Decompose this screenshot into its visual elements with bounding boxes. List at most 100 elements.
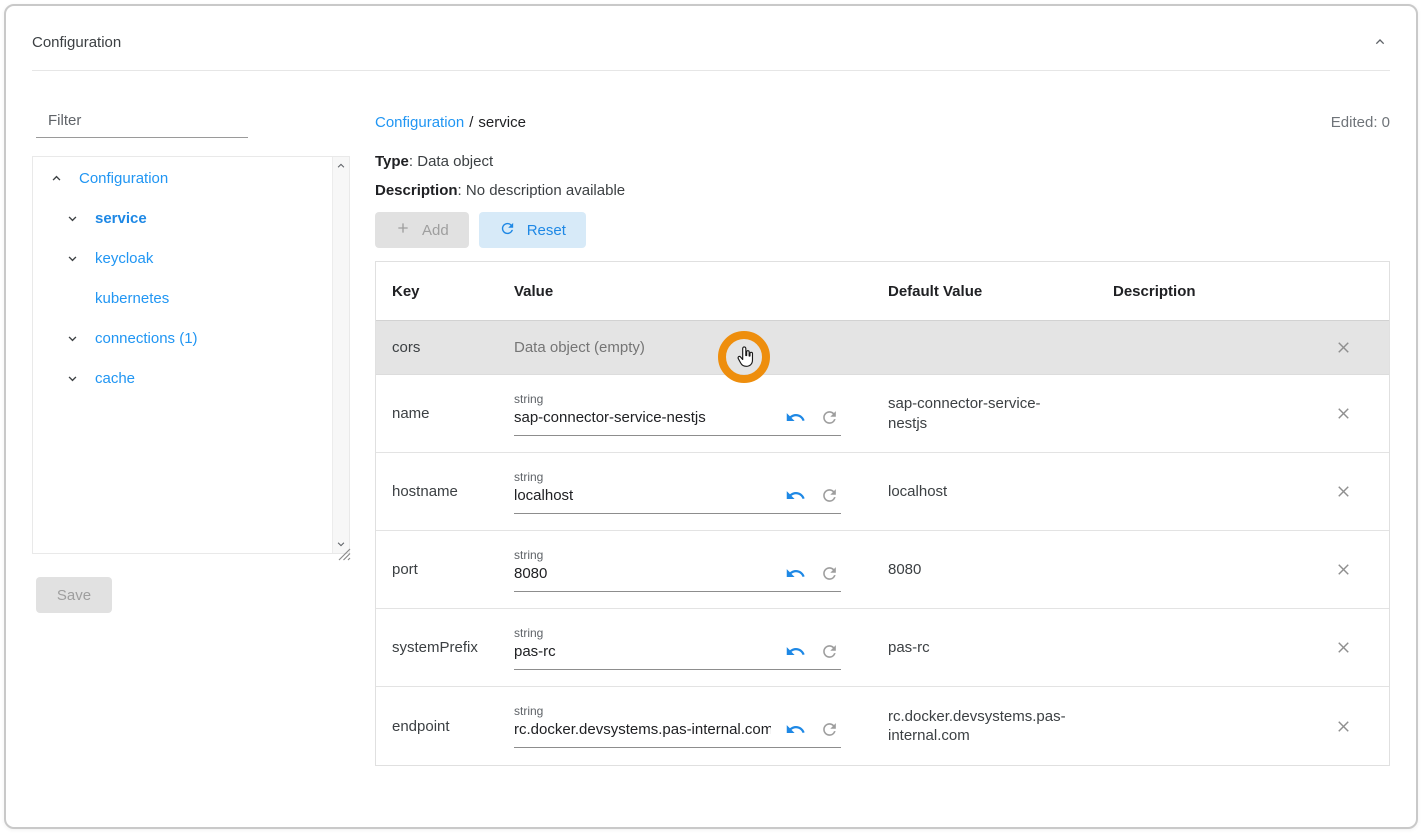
close-icon[interactable]: [1334, 404, 1353, 423]
table-row: port string 8080: [376, 531, 1389, 609]
row-default-value: localhost: [888, 482, 1113, 502]
undo-icon[interactable]: [785, 641, 806, 662]
tree-item-label: service: [95, 210, 147, 227]
chevron-up-icon: [1372, 38, 1388, 53]
close-icon[interactable]: [1334, 338, 1353, 357]
chevron-up-icon[interactable]: [49, 171, 64, 186]
column-header-key: Key: [392, 283, 514, 300]
scroll-up-icon[interactable]: [333, 157, 350, 175]
breadcrumb-root-link[interactable]: Configuration: [375, 114, 464, 131]
row-key-link[interactable]: cors: [392, 339, 514, 356]
value-input[interactable]: [514, 409, 771, 426]
close-icon[interactable]: [1334, 560, 1353, 579]
row-default-value: sap-connector-service-nestjs: [888, 394, 1113, 433]
close-icon[interactable]: [1334, 717, 1353, 736]
filter-field: [36, 102, 248, 138]
toolbar: Add Reset: [375, 212, 1390, 248]
tree-item-label: Configuration: [79, 170, 168, 187]
resize-handle-icon[interactable]: [336, 546, 351, 561]
save-button[interactable]: Save: [36, 577, 112, 613]
undo-icon[interactable]: [785, 563, 806, 584]
row-default-value: 8080: [888, 560, 1113, 580]
value-input[interactable]: [514, 487, 771, 504]
table-row: systemPrefix string pas-rc: [376, 609, 1389, 687]
column-header-default-value: Default Value: [888, 283, 1113, 300]
tree-item-configuration[interactable]: Configuration: [33, 158, 331, 198]
value-type-label: string: [514, 470, 841, 484]
tree-item-cache[interactable]: cache: [33, 358, 331, 398]
chevron-down-icon[interactable]: [65, 251, 80, 266]
value-input[interactable]: [514, 565, 771, 582]
tree-item-label: cache: [95, 370, 135, 387]
tree-scrollbar[interactable]: [332, 157, 349, 553]
chevron-down-icon[interactable]: [65, 211, 80, 226]
row-default-value: rc.docker.devsystems.pas-internal.com: [888, 707, 1113, 746]
table-row: hostname string localhost: [376, 453, 1389, 531]
row-key: systemPrefix: [392, 639, 514, 656]
row-key: name: [392, 405, 514, 422]
undo-icon[interactable]: [785, 407, 806, 428]
value-input[interactable]: [514, 643, 771, 660]
value-field: string: [514, 392, 841, 436]
table-row-cors[interactable]: cors Data object (empty): [376, 321, 1389, 375]
tree-item-label: connections (1): [95, 330, 198, 347]
type-line: Type: Data object: [375, 153, 1390, 170]
value-input[interactable]: [514, 721, 771, 738]
sidebar: Configuration service keycloak kubernetes co…: [32, 102, 350, 613]
table-body: name string sap-connector-service-nestjs: [376, 375, 1389, 765]
add-button[interactable]: Add: [375, 212, 469, 248]
collapse-panel-button[interactable]: [1370, 32, 1390, 52]
refresh-icon[interactable]: [820, 564, 839, 583]
plus-icon: [395, 220, 411, 240]
value-type-label: string: [514, 626, 841, 640]
value-field: string: [514, 548, 841, 592]
description-value: No description available: [466, 182, 625, 199]
configuration-panel: Configuration Configuration service keyclo…: [4, 4, 1418, 829]
refresh-icon[interactable]: [820, 408, 839, 427]
table-header-row: Key Value Default Value Description: [376, 262, 1389, 321]
value-field: string: [514, 704, 841, 748]
tree-item-keycloak[interactable]: keycloak: [33, 238, 331, 278]
column-header-value: Value: [514, 283, 888, 300]
row-object-value: Data object (empty): [514, 339, 888, 356]
value-type-label: string: [514, 704, 841, 718]
reset-button[interactable]: Reset: [479, 212, 586, 248]
refresh-icon[interactable]: [820, 642, 839, 661]
tree-item-service[interactable]: service: [33, 198, 331, 238]
config-tree-panel: Configuration service keycloak kubernetes co…: [32, 156, 350, 554]
tree-item-label: keycloak: [95, 250, 153, 267]
type-label: Type: [375, 153, 409, 170]
close-icon[interactable]: [1334, 482, 1353, 501]
tree-item-kubernetes[interactable]: kubernetes: [33, 278, 331, 318]
chevron-down-icon[interactable]: [65, 371, 80, 386]
breadcrumb: Configuration/service: [375, 114, 526, 131]
tree-item-connections-1[interactable]: connections (1): [33, 318, 331, 358]
row-key: hostname: [392, 483, 514, 500]
close-icon[interactable]: [1334, 638, 1353, 657]
config-tree: Configuration service keycloak kubernetes co…: [33, 157, 349, 553]
row-default-value: pas-rc: [888, 638, 1113, 658]
edited-counter: Edited: 0: [1331, 114, 1390, 131]
refresh-icon: [499, 220, 516, 241]
undo-icon[interactable]: [785, 485, 806, 506]
config-table: Key Value Default Value Description cors…: [375, 261, 1390, 766]
refresh-icon[interactable]: [820, 486, 839, 505]
main-content: Configuration/service Edited: 0 Type: Da…: [375, 102, 1390, 766]
value-type-label: string: [514, 548, 841, 562]
row-key: port: [392, 561, 514, 578]
refresh-icon[interactable]: [820, 720, 839, 739]
table-row: name string sap-connector-service-nestjs: [376, 375, 1389, 453]
undo-icon[interactable]: [785, 719, 806, 740]
chevron-down-icon[interactable]: [65, 331, 80, 346]
panel-header: Configuration: [32, 6, 1390, 71]
column-header-description: Description: [1113, 283, 1313, 300]
value-field: string: [514, 470, 841, 514]
filter-input[interactable]: [36, 102, 248, 138]
type-value: Data object: [417, 153, 493, 170]
row-key: endpoint: [392, 718, 514, 735]
panel-title: Configuration: [32, 34, 121, 51]
breadcrumb-separator: /: [469, 114, 473, 131]
description-line: Description: No description available: [375, 182, 1390, 199]
value-field: string: [514, 626, 841, 670]
tree-item-label: kubernetes: [95, 290, 169, 307]
